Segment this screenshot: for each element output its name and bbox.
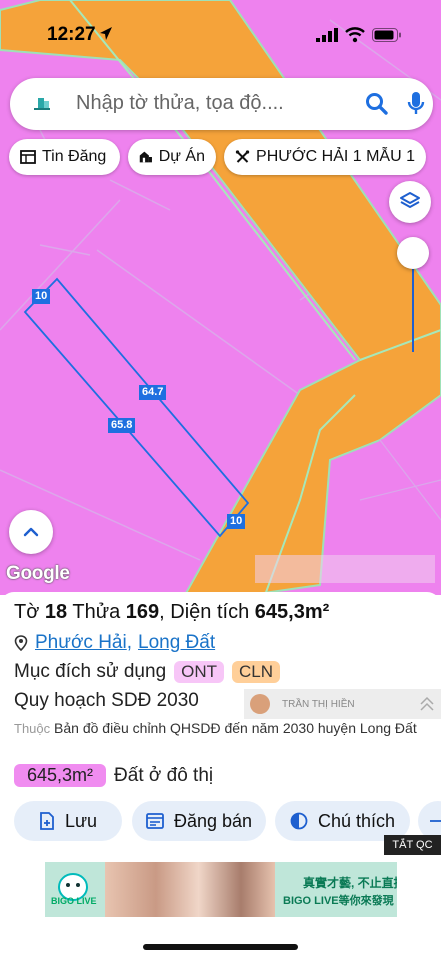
ad-image <box>105 862 275 917</box>
user-overlay: TRẦN THỊ HIỀN <box>244 689 441 719</box>
status-time: 12:27 <box>47 24 96 45</box>
expand-up-button[interactable] <box>9 510 53 554</box>
legend-icon <box>290 812 308 830</box>
avatar <box>250 694 270 714</box>
dimension-top-label: 10 <box>32 289 51 304</box>
plot-number: 169 <box>125 601 160 623</box>
chip-label: Tin Đăng <box>42 148 107 165</box>
save-button[interactable]: Lưu <box>14 801 122 841</box>
buildings-icon <box>139 151 152 163</box>
chip-label: PHƯỚC HẢI 1 MẪU 1 <box>256 148 415 165</box>
newspaper-icon <box>20 150 36 164</box>
wifi-icon <box>345 27 365 43</box>
land-type-row: 645,3m² Đất ở đô thị <box>14 764 213 787</box>
dimension-bottom-label: 10 <box>227 514 246 529</box>
dimension-right-label: 64.7 <box>139 385 167 400</box>
purpose-tag-ont[interactable]: ONT <box>174 661 225 683</box>
search-icon[interactable] <box>364 91 390 117</box>
layers-button[interactable] <box>389 181 431 223</box>
post-sale-label: Đăng bán <box>173 810 253 831</box>
purpose-tag-cln[interactable]: CLN <box>232 661 281 683</box>
location-pin-icon <box>14 635 28 651</box>
area-value: 645,3m² <box>254 601 330 623</box>
area-label: Diện tích <box>170 601 250 623</box>
share-icon <box>430 820 441 822</box>
battery-icon <box>372 28 401 42</box>
ad-banner[interactable]: BIGO LIVE 真實才藝, 不止直播 BIGO LIVE等你來發現 <box>45 862 397 917</box>
legend-label: Chú thích <box>317 810 396 831</box>
app-logo-icon <box>34 98 50 110</box>
chevrons-up-icon <box>420 696 434 711</box>
ward-link[interactable]: Phước Hải <box>35 632 127 654</box>
plot-label: Thửa <box>72 601 121 623</box>
chip-du-an[interactable]: Dự Án <box>128 139 216 175</box>
area-badge: 645,3m² <box>14 764 107 787</box>
parcel-title: Tờ 18 Thửa 169, Diện tích 645,3m² <box>14 601 330 623</box>
location-arrow-icon <box>100 27 112 40</box>
chip-tin-dang[interactable]: Tin Đăng <box>9 139 120 175</box>
home-indicator[interactable] <box>143 944 298 950</box>
chevron-up-icon <box>23 527 39 537</box>
parcel-address: Phước Hải, Long Đất <box>14 632 215 654</box>
ad-slogan: 真實才藝, 不止直播 <box>303 876 397 890</box>
ad-brand: BIGO LIVE <box>51 896 97 906</box>
purpose-label: Mục đích sử dụng <box>14 661 167 682</box>
save-label: Lưu <box>64 810 98 831</box>
land-type-label: Đất ở đô thị <box>114 764 214 786</box>
cell-signal-icon <box>316 28 338 42</box>
save-doc-icon <box>40 812 54 830</box>
close-ad-button[interactable]: TẮT QC <box>384 835 441 855</box>
opacity-slider-handle[interactable] <box>397 237 429 269</box>
ad-subslogan: BIGO LIVE等你來發現 <box>283 895 394 907</box>
plan-label: Quy hoạch SDĐ 2030 <box>14 690 199 711</box>
post-sale-button[interactable]: Đăng bán <box>132 801 266 841</box>
tools-icon <box>235 150 250 163</box>
sheet-number: 18 <box>44 601 68 623</box>
google-watermark: Google <box>6 563 70 584</box>
chip-label: Dự Án <box>158 148 205 165</box>
desc-text: Bản đồ điều chỉnh QHSDĐ đến năm 2030 huy… <box>54 720 417 736</box>
overlay-username: TRẦN THỊ HIỀN <box>282 698 355 710</box>
sheet-label: Tờ <box>14 601 40 623</box>
microphone-icon[interactable] <box>406 90 426 118</box>
desc-prefix: Thuộc <box>14 721 51 736</box>
search-bar[interactable]: Nhập tờ thửa, tọa độ.... <box>10 78 433 130</box>
status-bar: 12:27 <box>0 0 441 70</box>
map-description: Thuộc Bản đồ điều chỉnh QHSDĐ đến năm 20… <box>14 718 434 739</box>
chip-phuoc-hai[interactable]: PHƯỚC HẢI 1 MẪU 1 <box>224 139 426 175</box>
land-use-purpose: Mục đích sử dụng ONT CLN <box>14 661 281 683</box>
dimension-left-label: 65.8 <box>108 418 136 433</box>
district-link[interactable]: Long Đất <box>138 632 215 654</box>
listing-icon <box>146 813 164 829</box>
layers-icon <box>400 192 420 208</box>
search-input[interactable]: Nhập tờ thửa, tọa độ.... <box>76 92 284 115</box>
